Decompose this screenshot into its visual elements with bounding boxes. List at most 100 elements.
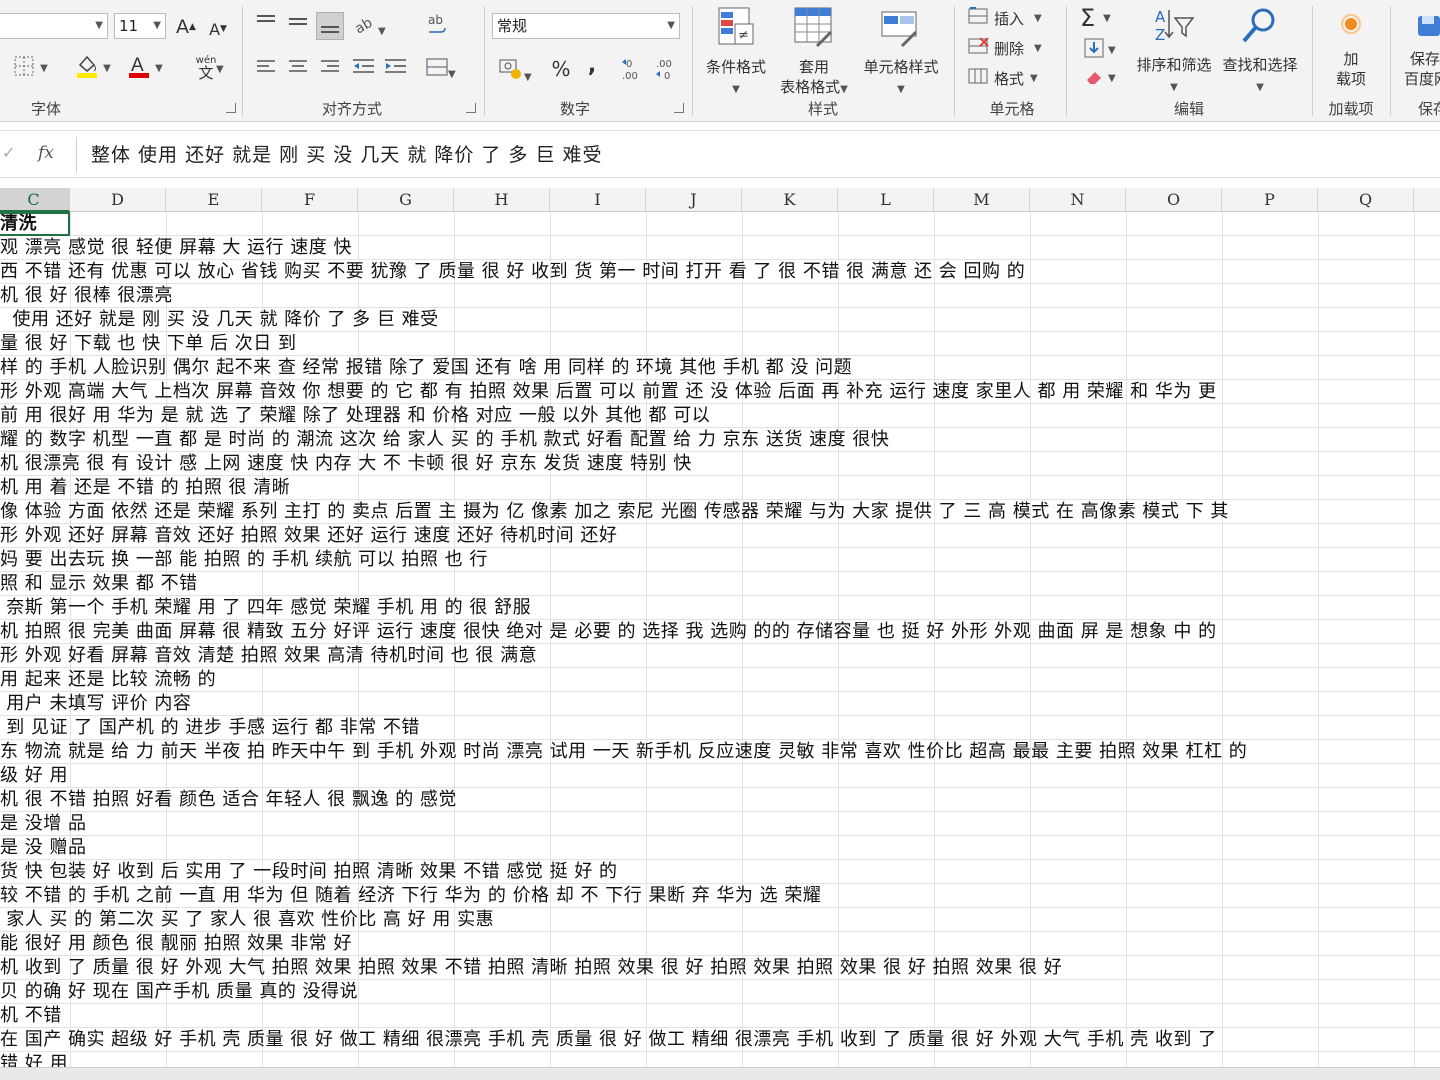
find-select-button[interactable]: 查找和选择 ▼	[1216, 6, 1304, 98]
find-select-label: 查找和选择	[1222, 56, 1298, 74]
align-right-icon[interactable]	[320, 58, 340, 80]
column-header-d[interactable]: D	[70, 188, 166, 212]
data-row-cell[interactable]: 家人 买 的 第二次 买 了 家人 很 喜欢 性价比 高 好 用 实惠	[0, 908, 494, 932]
column-header-h[interactable]: H	[454, 188, 550, 212]
column-header-c[interactable]: C	[0, 188, 70, 212]
data-row-cell[interactable]: 像 体验 方面 依然 还是 荣耀 系列 主打 的 卖点 后置 主 摄为 亿 像素…	[0, 500, 1229, 524]
svg-text:0: 0	[626, 59, 632, 70]
data-row-cell[interactable]: 观 漂亮 感觉 很 轻便 屏幕 大 运行 速度 快	[0, 236, 352, 260]
data-row-cell[interactable]: 用户 未填写 评价 内容	[0, 692, 191, 716]
data-row-cell[interactable]: 机 不错	[0, 1004, 62, 1028]
sort-filter-button[interactable]: AZ 排序和筛选 ▼	[1130, 6, 1218, 98]
fill-color-button[interactable]: ▼	[70, 54, 116, 82]
clear-button[interactable]: ▼	[1084, 66, 1116, 90]
data-row-cell[interactable]: 机 很漂亮 很 有 设计 感 上网 速度 快 内存 大 不 卡顿 很 好 京东 …	[0, 452, 692, 476]
format-as-table-button[interactable]: 套用 表格格式▼	[772, 6, 856, 100]
orientation-icon[interactable]: ab ▼	[352, 14, 385, 38]
accounting-format-icon[interactable]: ▼	[498, 56, 532, 84]
insert-button[interactable]: 插入 ▼	[968, 6, 1042, 30]
data-row-cell[interactable]: 能 很好 用 颜色 很 靓丽 拍照 效果 非常 好	[0, 932, 352, 956]
grow-font-button[interactable]: A ▲	[174, 14, 198, 40]
number-format-value: 常规	[497, 17, 528, 35]
data-row-cell[interactable]: 是 没 赠品	[0, 836, 86, 860]
comma-button[interactable]: ,	[582, 52, 602, 78]
conditional-format-button[interactable]: ≠ 条件格式 ▼	[700, 6, 772, 100]
font-dialog-launcher[interactable]	[226, 103, 236, 113]
data-row-cell[interactable]: 形 外观 还好 屏幕 音效 还好 拍照 效果 还好 运行 速度 还好 待机时间 …	[0, 524, 617, 548]
data-row-cell[interactable]: 西 不错 还有 优惠 可以 放心 省钱 购买 不要 犹豫 了 质量 很 好 收到…	[0, 260, 1025, 284]
data-row-cell[interactable]: 东 物流 就是 给 力 前天 半夜 拍 昨天中午 到 手机 外观 时尚 漂亮 试…	[0, 740, 1247, 764]
data-row-cell[interactable]: 使用 还好 就是 刚 买 没 几天 就 降价 了 多 巨 难受	[0, 308, 439, 332]
horizontal-scrollbar[interactable]	[0, 1067, 1440, 1080]
font-color-button[interactable]: A ▼	[122, 54, 168, 82]
font-size-combo[interactable]: 11 ▼	[114, 13, 166, 39]
data-row-cell[interactable]: 货 快 包装 好 收到 后 实用 了 一段时间 拍照 清晰 效果 不错 感觉 挺…	[0, 860, 618, 884]
data-row-cell[interactable]: 机 很 好 很棒 很漂亮	[0, 284, 173, 308]
column-header-q[interactable]: Q	[1318, 188, 1414, 212]
data-row-cell[interactable]: 量 很 好 下载 也 快 下单 后 次日 到	[0, 332, 297, 356]
data-row-cell[interactable]: 在 国产 确实 超级 好 手机 壳 质量 很 好 做工 精细 很漂亮 手机 壳 …	[0, 1028, 1217, 1052]
column-header-p[interactable]: P	[1222, 188, 1318, 212]
shrink-font-button[interactable]: A ▼	[206, 16, 230, 42]
align-center-icon[interactable]	[288, 58, 308, 80]
increase-decimal-icon[interactable]: 0.00	[620, 56, 648, 86]
format-button[interactable]: 格式 ▼	[968, 66, 1038, 90]
data-row-cell[interactable]: 形 外观 好看 屏幕 音效 清楚 拍照 效果 高清 待机时间 也 很 满意	[0, 644, 537, 668]
number-format-combo[interactable]: 常规 ▼	[492, 13, 680, 39]
cell-styles-button[interactable]: 单元格样式 ▼	[858, 6, 944, 100]
data-row-cell[interactable]: 机 很 不错 拍照 好看 颜色 适合 年轻人 很 飘逸 的 感觉	[0, 788, 457, 812]
increase-indent-icon[interactable]	[384, 57, 408, 81]
font-name-combo[interactable]: ▼	[0, 13, 108, 39]
data-row-cell[interactable]: 级 好 用	[0, 764, 68, 788]
data-row-cell[interactable]: 机 拍照 很 完美 曲面 屏幕 很 精致 五分 好评 运行 速度 很快 绝对 是…	[0, 620, 1217, 644]
percent-button[interactable]: %	[548, 56, 574, 82]
data-row-cell[interactable]: 妈 要 出去玩 换 一部 能 拍照 的 手机 续航 可以 拍照 也 行	[0, 548, 488, 572]
number-dialog-launcher[interactable]	[674, 103, 684, 113]
decrease-decimal-icon[interactable]: .00 0	[654, 56, 682, 86]
column-header-g[interactable]: G	[358, 188, 454, 212]
merge-center-icon[interactable]: ▼	[426, 57, 456, 81]
align-left-icon[interactable]	[256, 58, 276, 80]
data-row-cell[interactable]: 贝 的确 好 现在 国产手机 质量 真的 没得说	[0, 980, 358, 1004]
column-header-f[interactable]: F	[262, 188, 358, 212]
data-row-cell[interactable]: 形 外观 高端 大气 上档次 屏幕 音效 你 想要 的 它 都 有 拍照 效果 …	[0, 380, 1217, 404]
data-row-cell[interactable]: 前 用 很好 用 华为 是 就 选 了 荣耀 除了 处理器 和 价格 对应 一般…	[0, 404, 710, 428]
data-row-cell[interactable]: 较 不错 的 手机 之前 一直 用 华为 但 随着 经济 下行 华为 的 价格 …	[0, 884, 821, 908]
data-row-cell[interactable]: 是 没增 品	[0, 812, 86, 836]
addins-button[interactable]: 加 载项	[1322, 10, 1380, 89]
borders-button[interactable]: ▼	[8, 56, 54, 80]
data-row-cell[interactable]: 到 见证 了 国产机 的 进步 手感 运行 都 非常 不错	[0, 716, 420, 740]
align-dialog-launcher[interactable]	[466, 103, 476, 113]
data-row-cell[interactable]: 机 收到 了 质量 很 好 外观 大气 拍照 效果 拍照 效果 不错 拍照 清晰…	[0, 956, 1062, 980]
formula-input[interactable]: 整体 使用 还好 就是 刚 买 没 几天 就 降价 了 多 巨 难受	[76, 137, 1440, 173]
fill-button[interactable]: ▼	[1084, 38, 1116, 62]
delete-button[interactable]: 删除 ▼	[968, 36, 1042, 60]
data-row-cell[interactable]: 机 用 着 还是 不错 的 拍照 很 清晰	[0, 476, 290, 500]
format-as-table-label-1: 套用	[798, 58, 829, 76]
eraser-icon	[1084, 66, 1104, 90]
align-top-icon[interactable]	[255, 12, 277, 36]
decrease-indent-icon[interactable]	[352, 57, 376, 81]
data-row-cell[interactable]: 奈斯 第一个 手机 荣耀 用 了 四年 感觉 荣耀 手机 用 的 很 舒服	[0, 596, 531, 620]
align-middle-icon[interactable]	[287, 12, 309, 36]
data-row-cell[interactable]: 耀 的 数字 机型 一直 都 是 时尚 的 潮流 这次 给 家人 买 的 手机 …	[0, 428, 889, 452]
autosum-button[interactable]: Σ ▼	[1080, 4, 1111, 32]
column-header-n[interactable]: N	[1030, 188, 1126, 212]
column-header-o[interactable]: O	[1126, 188, 1222, 212]
column-header-e[interactable]: E	[166, 188, 262, 212]
wrap-text-icon[interactable]: ab	[426, 12, 448, 42]
data-row-cell[interactable]: 错 好 用	[0, 1052, 68, 1067]
data-row-cell[interactable]: 样 的 手机 人脸识别 偶尔 起不来 查 经常 报错 除了 爱国 还有 啥 用 …	[0, 356, 852, 380]
column-header-i[interactable]: I	[550, 188, 646, 212]
column-header-l[interactable]: L	[838, 188, 934, 212]
column-header-j[interactable]: J	[646, 188, 742, 212]
cancel-entry-icon[interactable]: ✓	[2, 143, 15, 162]
data-row-cell[interactable]: 照 和 显示 效果 都 不错	[0, 572, 198, 596]
insert-function-button[interactable]: fx	[38, 143, 54, 163]
data-row-cell[interactable]: 用 起来 还是 比较 流畅 的	[0, 668, 216, 692]
column-header-m[interactable]: M	[934, 188, 1030, 212]
column-header-k[interactable]: K	[742, 188, 838, 212]
save-baidu-button[interactable]: 保存 百度网	[1398, 10, 1440, 89]
worksheet-grid[interactable]: 清洗观 漂亮 感觉 很 轻便 屏幕 大 运行 速度 快西 不错 还有 优惠 可以…	[0, 212, 1440, 1067]
align-bottom-icon[interactable]	[316, 12, 344, 40]
